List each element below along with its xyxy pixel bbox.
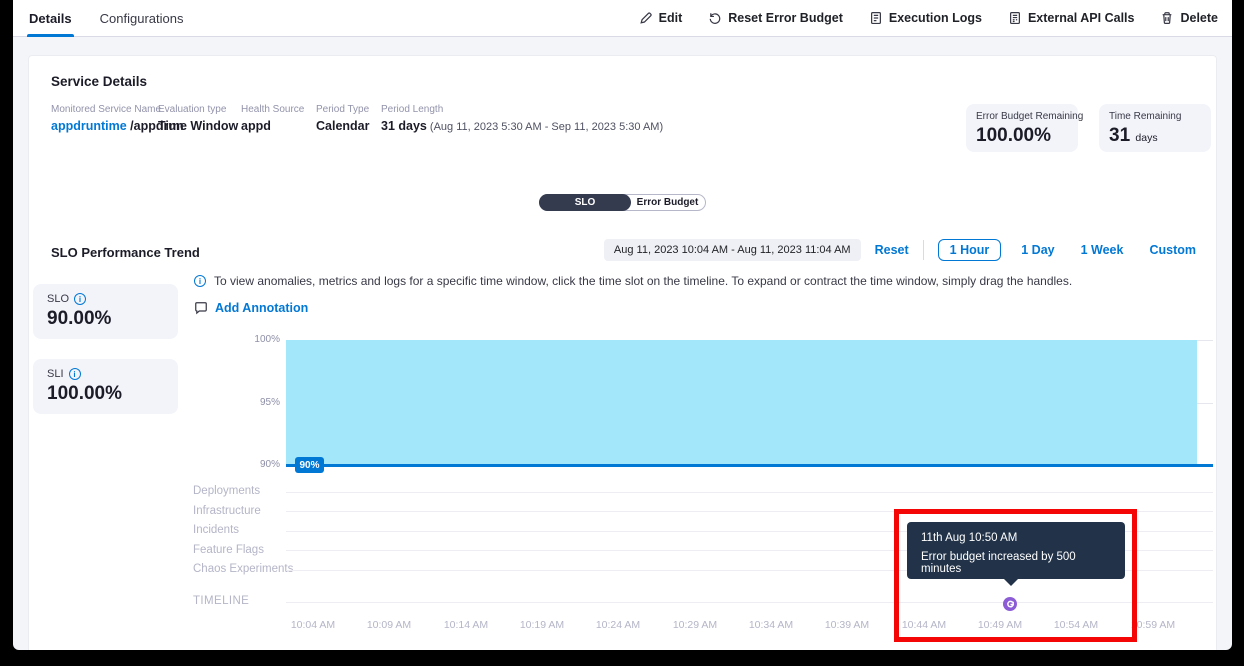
field-label: Evaluation type <box>158 104 238 115</box>
annotation-marker-icon[interactable] <box>1003 597 1017 611</box>
trash-icon <box>1160 11 1174 25</box>
pencil-icon <box>639 11 653 25</box>
add-annotation-button[interactable]: Add Annotation <box>194 301 308 315</box>
document-icon <box>869 11 883 25</box>
timeline-line[interactable] <box>286 602 1213 603</box>
x-tick: 10:39 AM <box>812 619 882 631</box>
x-tick: 10:14 AM <box>431 619 501 631</box>
date-range-chip[interactable]: Aug 11, 2023 10:04 AM - Aug 11, 2023 11:… <box>604 239 861 261</box>
range-custom[interactable]: Custom <box>1143 239 1202 261</box>
timeline-label: TIMELINE <box>193 595 249 607</box>
x-tick: 10:34 AM <box>736 619 806 631</box>
reset-link[interactable]: Reset <box>875 243 909 257</box>
reset-icon <box>708 11 722 25</box>
x-tick: 10:09 AM <box>354 619 424 631</box>
execution-logs-label: Execution Logs <box>889 11 982 25</box>
x-tick: 10:59 AM <box>1118 619 1188 631</box>
slo-performance-area[interactable] <box>286 340 1197 465</box>
slo-objective-line <box>286 464 1213 467</box>
info-banner: i To view anomalies, metrics and logs fo… <box>194 274 1072 288</box>
divider <box>923 240 924 260</box>
time-remaining-unit: days <box>1135 132 1157 144</box>
lane-deployments: Deployments <box>193 485 260 497</box>
tab-bar: Details Configurations Edit Reset Error … <box>13 0 1232 37</box>
execution-logs-button[interactable]: Execution Logs <box>869 11 982 25</box>
trend-controls: Aug 11, 2023 10:04 AM - Aug 11, 2023 11:… <box>604 239 1202 261</box>
field-label: Health Source <box>241 104 304 115</box>
tooltip-message: Error budget increased by 500 minutes <box>921 551 1111 575</box>
toolbar: Edit Reset Error Budget Execution Logs E… <box>639 11 1218 25</box>
content-card: Service Details Monitored Service Name a… <box>28 55 1217 650</box>
toggle-error-budget[interactable]: Error Budget <box>630 195 705 210</box>
external-api-calls-label: External API Calls <box>1028 11 1135 25</box>
error-budget-remaining-label: Error Budget Remaining <box>976 111 1068 122</box>
field-evaluation-type: Evaluation type Time Window <box>158 104 238 133</box>
time-remaining-label: Time Remaining <box>1109 111 1201 122</box>
x-tick: 10:04 AM <box>278 619 348 631</box>
y-tick-90: 90% <box>29 459 280 470</box>
x-tick: 10:19 AM <box>507 619 577 631</box>
annotation-tooltip: 11th Aug 10:50 AM Error budget increased… <box>907 522 1125 579</box>
delete-label: Delete <box>1180 11 1218 25</box>
tab-configurations[interactable]: Configurations <box>98 0 186 37</box>
x-tick: 10:49 AM <box>965 619 1035 631</box>
slo-objective-badge: 90% <box>295 457 324 473</box>
edit-label: Edit <box>659 11 683 25</box>
slo-info-icon[interactable]: i <box>74 293 86 305</box>
document-lines-icon <box>1008 11 1022 25</box>
lane-incidents: Incidents <box>193 524 239 536</box>
field-period-type: Period Type Calendar <box>316 104 370 133</box>
reset-error-budget-button[interactable]: Reset Error Budget <box>708 11 843 25</box>
period-length-note: (Aug 11, 2023 5:30 AM - Sep 11, 2023 5:3… <box>427 121 663 133</box>
lane-line <box>286 492 1213 493</box>
field-label: Period Type <box>316 104 370 115</box>
field-label: Period Length <box>381 104 663 115</box>
slo-card: SLO i 90.00% <box>33 284 178 339</box>
external-api-calls-button[interactable]: External API Calls <box>1008 11 1135 25</box>
slo-error-budget-toggle: SLO Error Budget <box>539 194 706 211</box>
sli-info-icon[interactable]: i <box>69 368 81 380</box>
reset-error-budget-label: Reset Error Budget <box>728 11 843 25</box>
info-icon: i <box>194 275 206 287</box>
edit-button[interactable]: Edit <box>639 11 683 25</box>
lane-infrastructure: Infrastructure <box>193 505 261 517</box>
info-text: To view anomalies, metrics and logs for … <box>214 274 1072 288</box>
field-period-length: Period Length 31 days (Aug 11, 2023 5:30… <box>381 104 663 133</box>
lane-chaos-experiments: Chaos Experiments <box>193 563 293 575</box>
error-budget-remaining-value: 100.00% <box>976 125 1068 147</box>
slo-label: SLO <box>47 293 69 305</box>
y-tick-100: 100% <box>29 334 280 345</box>
time-remaining-value: 31 <box>1109 125 1130 146</box>
y-tick-95: 95% <box>29 397 280 408</box>
annotation-bubble-icon <box>194 301 208 315</box>
lane-feature-flags: Feature Flags <box>193 544 264 556</box>
range-1-hour[interactable]: 1 Hour <box>938 239 1002 261</box>
app-window: Details Configurations Edit Reset Error … <box>13 0 1232 650</box>
x-tick: 10:44 AM <box>889 619 959 631</box>
tooltip-caret <box>1003 578 1019 586</box>
monitored-service-link[interactable]: appdruntime <box>51 119 127 133</box>
field-value: appd <box>241 119 304 133</box>
service-details-title: Service Details <box>51 74 147 89</box>
sli-label: SLI <box>47 368 64 380</box>
trend-title: SLO Performance Trend <box>51 245 200 260</box>
x-tick: 10:24 AM <box>583 619 653 631</box>
time-remaining-card: Time Remaining 31 days <box>1099 104 1211 152</box>
x-tick: 10:29 AM <box>660 619 730 631</box>
field-value: Calendar <box>316 119 370 133</box>
delete-button[interactable]: Delete <box>1160 11 1218 25</box>
add-annotation-label: Add Annotation <box>215 301 308 315</box>
toggle-slo[interactable]: SLO <box>539 194 631 211</box>
error-budget-remaining-card: Error Budget Remaining 100.00% <box>966 104 1078 152</box>
slo-value: 90.00% <box>47 308 164 330</box>
lane-line <box>286 511 1213 512</box>
tooltip-timestamp: 11th Aug 10:50 AM <box>921 532 1111 544</box>
field-value: 31 days <box>381 119 427 133</box>
tab-details[interactable]: Details <box>27 0 74 37</box>
range-1-day[interactable]: 1 Day <box>1015 239 1060 261</box>
range-1-week[interactable]: 1 Week <box>1075 239 1130 261</box>
field-value: Time Window <box>158 119 238 133</box>
x-tick: 10:54 AM <box>1041 619 1111 631</box>
field-health-source: Health Source appd <box>241 104 304 133</box>
